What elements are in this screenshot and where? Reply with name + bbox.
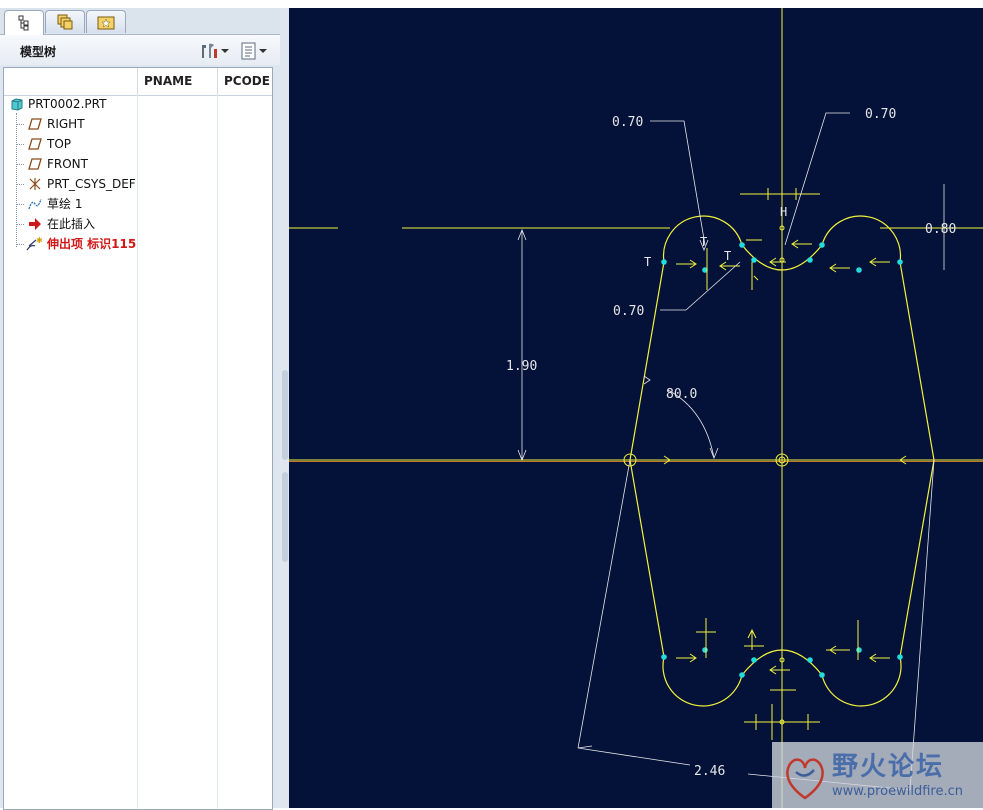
layers-icon <box>57 14 73 30</box>
dim-d1[interactable]: 0.70 <box>612 115 643 130</box>
splitter-grip[interactable] <box>282 370 288 460</box>
tree-item-csys[interactable]: PRT_CSYS_DEF <box>6 174 136 194</box>
tree-item-label: TOP <box>47 137 72 151</box>
chevron-down-icon <box>259 49 267 53</box>
dim-width[interactable]: 2.46 <box>694 764 725 779</box>
tree-item-top[interactable]: TOP <box>6 134 136 154</box>
tree-connector <box>16 224 24 225</box>
layers-tab[interactable] <box>45 10 85 33</box>
constraint-h: H <box>780 205 787 219</box>
extrude-icon: ✱ <box>26 236 43 251</box>
svg-text:✱: ✱ <box>36 236 43 245</box>
part-icon <box>11 98 23 111</box>
panel-title: 模型树 <box>20 45 57 59</box>
tree-item-right[interactable]: RIGHT <box>6 114 136 134</box>
dimension-lines <box>517 112 945 791</box>
tree-item-label: 在此插入 <box>47 217 96 231</box>
tree-item-label: FRONT <box>47 157 88 171</box>
tree-item-sketch[interactable]: 草绘 1 <box>6 194 136 214</box>
top-strip <box>0 0 983 8</box>
watermark-title: 野火论坛 <box>832 752 945 782</box>
constraint-t: T <box>724 249 731 263</box>
constraint-symbols <box>660 188 910 740</box>
column-divider <box>217 95 218 809</box>
insert-arrow-icon <box>29 218 41 230</box>
model-tree-panel: 模型树 PNAME PCODE PRT0002.PRT RIGHT TOP FR… <box>0 0 280 810</box>
star-folder-icon <box>97 16 115 30</box>
watermark: 野火论坛 www.proewildfire.cn <box>772 742 983 808</box>
tree-column-headers: PNAME PCODE <box>4 68 272 96</box>
forum-logo-icon <box>786 758 824 800</box>
tree-connector <box>16 244 24 245</box>
panel-splitter[interactable] <box>280 0 289 808</box>
tree-connector <box>16 184 24 185</box>
tree-settings-button[interactable] <box>198 40 230 62</box>
watermark-url: www.proewildfire.cn <box>832 784 963 799</box>
datum-plane-icon <box>28 138 42 150</box>
dim-d2[interactable]: 0.70 <box>865 107 896 122</box>
navigator-tabbar <box>0 8 280 35</box>
dim-angle[interactable]: 80.0 <box>666 387 697 402</box>
tree-connector <box>16 204 24 205</box>
tree-item-label: 草绘 1 <box>47 197 83 211</box>
tree-item-label: 伸出项 标识115 <box>47 237 136 251</box>
tree-connector <box>16 124 24 125</box>
csys-icon <box>29 178 41 190</box>
tree-item-insert-here[interactable]: 在此插入 <box>6 214 136 234</box>
tree-connector <box>16 144 24 145</box>
tree-connector <box>16 164 24 165</box>
favorites-tab[interactable] <box>86 10 126 33</box>
constraint-t: T <box>644 255 651 269</box>
column-pcode[interactable]: PCODE <box>217 68 272 95</box>
chevron-down-icon <box>221 49 229 53</box>
dim-d3[interactable]: 0.70 <box>613 304 644 319</box>
sketch-icon <box>28 198 42 210</box>
show-options-button[interactable] <box>240 40 268 62</box>
datum-plane-icon <box>28 118 42 130</box>
sketch-drawing[interactable]: 0.70 0.70 0.70 0.80 1.90 80.0 2.46 T T T… <box>289 8 983 808</box>
dimension-labels: 0.70 0.70 0.70 0.80 1.90 80.0 2.46 <box>506 107 956 779</box>
splitter-grip[interactable] <box>282 472 288 562</box>
tree-item-label: PRT_CSYS_DEF <box>47 177 136 191</box>
constraint-t: T <box>700 235 707 249</box>
tree-item-front[interactable]: FRONT <box>6 154 136 174</box>
datum-plane-icon <box>28 158 42 170</box>
tree-item-label: RIGHT <box>47 117 85 131</box>
list-icon <box>241 42 256 60</box>
tree-item-label: PRT0002.PRT <box>28 97 107 111</box>
tree-item-extrude[interactable]: ✱ 伸出项 标识115 <box>6 234 136 254</box>
column-pname[interactable]: PNAME <box>137 68 217 95</box>
tools-icon <box>202 43 217 58</box>
model-tree: PNAME PCODE PRT0002.PRT RIGHT TOP FRONT <box>3 67 273 810</box>
dim-height[interactable]: 1.90 <box>506 359 537 374</box>
column-divider <box>137 95 138 809</box>
model-tree-tab[interactable] <box>4 10 44 35</box>
tree-root-item[interactable]: PRT0002.PRT <box>6 94 136 114</box>
tangent-constraints: T T T H <box>644 205 787 269</box>
dim-d4[interactable]: 0.80 <box>925 222 956 237</box>
tree-icon <box>18 15 29 31</box>
panel-header: 模型树 <box>0 35 280 65</box>
graphics-window[interactable]: 0.70 0.70 0.70 0.80 1.90 80.0 2.46 T T T… <box>289 8 983 808</box>
